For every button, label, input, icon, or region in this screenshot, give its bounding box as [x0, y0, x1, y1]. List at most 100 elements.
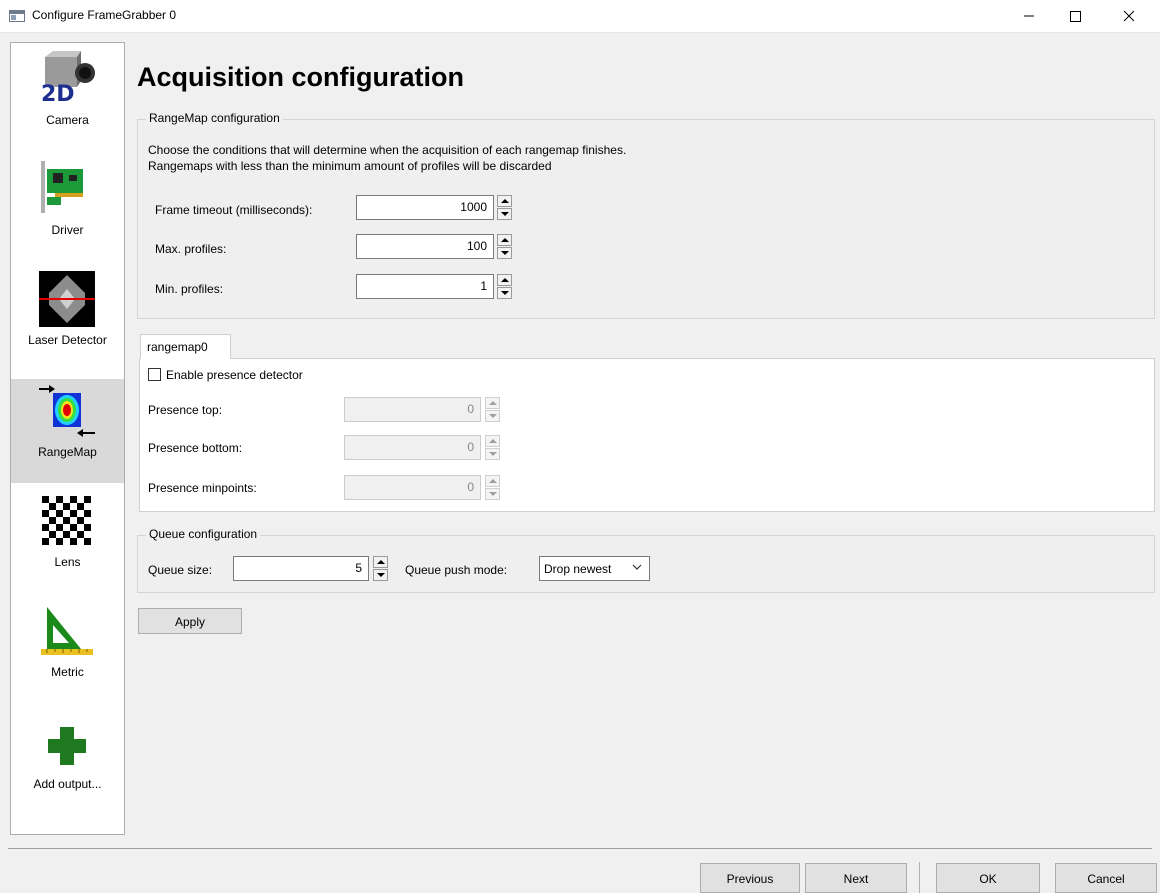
svg-text:2D: 2D — [41, 82, 75, 107]
queue-push-mode-value: Drop newest — [544, 562, 612, 576]
stepper-up-button[interactable] — [497, 234, 512, 246]
enable-presence-checkbox[interactable] — [148, 368, 161, 381]
stepper-down-button[interactable] — [485, 448, 500, 460]
chevron-down-icon — [632, 564, 642, 570]
stepper-down-button[interactable] — [497, 247, 512, 259]
min-profiles-label: Min. profiles: — [155, 282, 224, 296]
sidebar-item-label: Lens — [54, 555, 81, 569]
arrow-down-icon — [501, 212, 509, 216]
arrow-down-icon — [489, 452, 497, 456]
set-square-ruler-icon — [41, 607, 93, 655]
tab-rangemap0[interactable]: rangemap0 — [140, 334, 231, 359]
stepper-up-button[interactable] — [485, 475, 500, 487]
page-title: Acquisition configuration — [137, 62, 464, 92]
stepper-up-button[interactable] — [497, 274, 512, 286]
frame-timeout-label: Frame timeout (milliseconds): — [155, 203, 313, 217]
close-icon — [1123, 10, 1135, 22]
maximize-button[interactable] — [1052, 0, 1098, 32]
sidebar-item-metric[interactable]: Metric — [11, 599, 124, 703]
sidebar-item-label: RangeMap — [38, 445, 97, 459]
laser-detector-icon — [39, 271, 95, 327]
queue-push-mode-select[interactable]: Drop newest — [539, 556, 650, 581]
stepper-up-button[interactable] — [485, 435, 500, 447]
maximize-icon — [1070, 11, 1081, 22]
arrow-down-icon — [377, 573, 385, 577]
frame-timeout-stepper[interactable] — [497, 195, 512, 220]
presence-bottom-label: Presence bottom: — [148, 441, 243, 455]
presence-bottom-input[interactable]: 0 — [344, 435, 481, 460]
stepper-down-button[interactable] — [497, 287, 512, 299]
presence-bottom-stepper[interactable] — [485, 435, 500, 460]
stepper-down-button[interactable] — [497, 208, 512, 220]
max-profiles-stepper[interactable] — [497, 234, 512, 259]
sidebar: 2D Camera Driver Laser Detector RangeMap… — [10, 42, 125, 835]
stepper-up-button[interactable] — [373, 556, 388, 568]
min-profiles-input[interactable]: 1 — [356, 274, 494, 299]
frame-timeout-input[interactable]: 1000 — [356, 195, 494, 220]
sidebar-item-label: Metric — [51, 665, 84, 679]
sidebar-item-laser-detector[interactable]: Laser Detector — [11, 267, 124, 371]
arrow-up-icon — [501, 278, 509, 282]
arrow-up-icon — [501, 238, 509, 242]
arrow-down-icon — [501, 291, 509, 295]
close-button[interactable] — [1106, 0, 1152, 32]
rangemap-icon — [39, 385, 95, 437]
group-title: Queue configuration — [146, 527, 261, 541]
queue-size-input[interactable]: 5 — [233, 556, 369, 581]
arrow-up-icon — [489, 401, 497, 405]
checkerboard-icon — [42, 496, 91, 545]
rangemap-description-line1: Choose the conditions that will determin… — [148, 143, 627, 157]
green-plus-icon — [48, 727, 86, 765]
sidebar-item-label: Driver — [51, 223, 84, 237]
queue-size-label: Queue size: — [148, 563, 213, 577]
queue-size-stepper[interactable] — [373, 556, 388, 581]
max-profiles-label: Max. profiles: — [155, 242, 227, 256]
apply-button[interactable]: Apply — [138, 608, 242, 634]
sidebar-item-label: Laser Detector — [28, 333, 107, 347]
arrow-up-icon — [377, 560, 385, 564]
arrow-up-icon — [489, 439, 497, 443]
next-button[interactable]: Next — [805, 863, 907, 893]
rangemap-description-line2: Rangemaps with less than the minimum amo… — [148, 159, 552, 173]
footer-button-divider — [919, 862, 920, 893]
stepper-up-button[interactable] — [497, 195, 512, 207]
sidebar-item-lens[interactable]: Lens — [11, 489, 124, 593]
sidebar-item-label: Camera — [46, 113, 89, 127]
ok-button[interactable]: OK — [936, 863, 1040, 893]
app-window-icon — [9, 10, 25, 22]
presence-top-label: Presence top: — [148, 403, 223, 417]
arrow-down-icon — [489, 492, 497, 496]
presence-top-input[interactable]: 0 — [344, 397, 481, 422]
arrow-down-icon — [501, 251, 509, 255]
stepper-up-button[interactable] — [485, 397, 500, 409]
stepper-down-button[interactable] — [373, 569, 388, 581]
presence-minpoints-input[interactable]: 0 — [344, 475, 481, 500]
arrow-up-icon — [501, 199, 509, 203]
stepper-down-button[interactable] — [485, 488, 500, 500]
presence-minpoints-stepper[interactable] — [485, 475, 500, 500]
camera-2d-icon: 2D — [41, 51, 95, 107]
footer-divider — [8, 848, 1152, 849]
queue-push-mode-label: Queue push mode: — [405, 563, 508, 577]
group-title: RangeMap configuration — [146, 111, 283, 125]
window-title: Configure FrameGrabber 0 — [32, 8, 177, 22]
max-profiles-input[interactable]: 100 — [356, 234, 494, 259]
presence-minpoints-label: Presence minpoints: — [148, 481, 257, 495]
sidebar-item-add-output[interactable]: Add output... — [11, 711, 124, 815]
title-bar: Configure FrameGrabber 0 — [0, 0, 1160, 33]
sidebar-item-rangemap[interactable]: RangeMap — [11, 379, 124, 483]
enable-presence-label[interactable]: Enable presence detector — [166, 368, 303, 382]
sidebar-item-driver[interactable]: Driver — [11, 157, 124, 261]
previous-button[interactable]: Previous — [700, 863, 800, 893]
minimize-button[interactable] — [1006, 0, 1052, 32]
sidebar-item-label: Add output... — [33, 777, 102, 791]
min-profiles-stepper[interactable] — [497, 274, 512, 299]
cancel-button[interactable]: Cancel — [1055, 863, 1157, 893]
minimize-icon — [1024, 15, 1034, 17]
sidebar-item-camera[interactable]: 2D Camera — [11, 47, 124, 151]
arrow-up-icon — [489, 479, 497, 483]
circuit-board-icon — [41, 161, 83, 213]
stepper-down-button[interactable] — [485, 410, 500, 422]
arrow-down-icon — [489, 414, 497, 418]
presence-top-stepper[interactable] — [485, 397, 500, 422]
